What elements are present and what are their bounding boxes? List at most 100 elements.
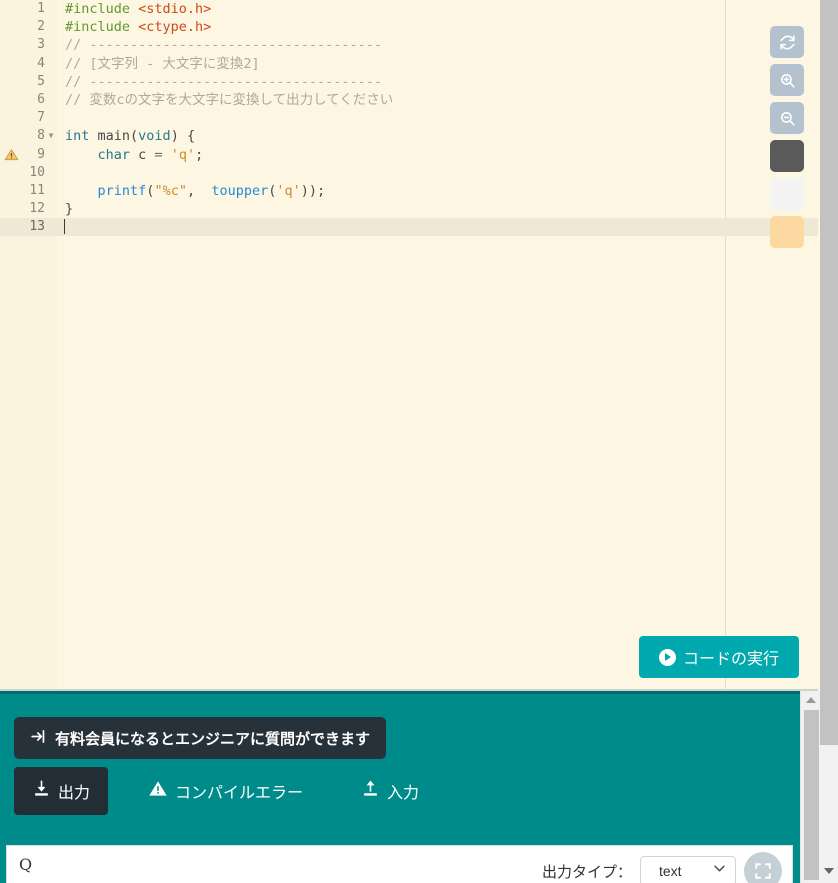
- warning-marker-icon: [4, 148, 19, 162]
- code-text-area[interactable]: #include <stdio.h>#include <ctype.h>// -…: [57, 0, 818, 691]
- code-token: // ------------------------------------: [65, 74, 382, 90]
- tab-output[interactable]: 出力: [14, 767, 108, 815]
- code-token: printf: [98, 183, 147, 199]
- code-token: // ------------------------------------: [65, 37, 382, 53]
- editor-toolbar: [770, 26, 804, 248]
- triangle-up-icon: [806, 697, 816, 703]
- code-token: 'q': [276, 183, 300, 199]
- line-number-10[interactable]: 10: [0, 164, 57, 182]
- code-token: [65, 147, 98, 163]
- code-token: [163, 147, 171, 163]
- output-type-label: 出力タイプ：: [542, 861, 632, 882]
- output-console[interactable]: Q 出力タイプ： texthtmlimage: [6, 845, 793, 883]
- text-cursor: [64, 219, 65, 234]
- line-number-gutter: 12345678▼910111213: [0, 0, 57, 691]
- sign-in-icon: [30, 728, 47, 749]
- code-token: toupper: [211, 183, 268, 199]
- play-triangle: [665, 653, 671, 661]
- code-token: c: [130, 147, 154, 163]
- upload-glyph: [361, 779, 380, 798]
- code-token: }: [65, 201, 73, 217]
- page-scrollbar-thumb[interactable]: [820, 0, 838, 745]
- premium-promo-banner[interactable]: 有料会員になるとエンジニアに質問ができます: [14, 717, 386, 759]
- line-number-11[interactable]: 11: [0, 182, 57, 200]
- code-line-2[interactable]: #include <ctype.h>: [57, 18, 818, 36]
- code-token: // 変数cの文字を大文字に変換して出力してください: [65, 92, 393, 108]
- code-token: [65, 183, 98, 199]
- code-token: char: [98, 147, 131, 163]
- triangle-down-icon: [824, 868, 834, 874]
- tab-compile-error[interactable]: コンパイルエラー: [130, 767, 321, 815]
- theme-swatch-dark[interactable]: [770, 140, 804, 172]
- sign-in-glyph: [30, 728, 47, 745]
- code-token: void: [138, 128, 171, 144]
- code-line-8[interactable]: int main(void) {: [57, 127, 818, 145]
- code-line-3[interactable]: // ------------------------------------: [57, 36, 818, 54]
- tab-input-label: 入力: [387, 779, 419, 803]
- console-scroll-up-button[interactable]: [801, 691, 821, 708]
- output-controls: 出力タイプ： texthtmlimage: [542, 852, 782, 883]
- page-scroll-down-button[interactable]: [820, 862, 838, 879]
- tab-output-label: 出力: [58, 779, 90, 803]
- output-type-select[interactable]: texthtmlimage: [640, 856, 736, 883]
- console-scrollbar-thumb[interactable]: [804, 710, 819, 880]
- line-number-8[interactable]: 8▼: [0, 127, 57, 145]
- line-number-6[interactable]: 6: [0, 91, 57, 109]
- tab-spacer-1: [108, 767, 130, 815]
- zoom-in-glyph: [779, 72, 796, 89]
- line-number-1[interactable]: 1: [0, 0, 57, 18]
- zoom-out-glyph: [779, 110, 796, 127]
- code-line-11[interactable]: printf("%c", toupper('q'));: [57, 182, 818, 200]
- line-number-12[interactable]: 12: [0, 200, 57, 218]
- line-number-2[interactable]: 2: [0, 18, 57, 36]
- warning-glyph: [148, 779, 168, 798]
- code-editor-inner[interactable]: 12345678▼910111213 #include <stdio.h>#in…: [0, 0, 818, 691]
- tab-input[interactable]: 入力: [343, 767, 437, 815]
- refresh-glyph: [779, 34, 796, 51]
- line-number-13[interactable]: 13: [0, 218, 57, 236]
- code-token: "%c": [154, 183, 187, 199]
- code-token: <ctype.h>: [138, 19, 211, 35]
- code-line-1[interactable]: #include <stdio.h>: [57, 0, 818, 18]
- fold-arrow-icon[interactable]: ▼: [46, 127, 56, 145]
- upload-icon: [361, 779, 380, 803]
- code-editor-pane[interactable]: 12345678▼910111213 #include <stdio.h>#in…: [0, 0, 818, 691]
- theme-swatch-amber[interactable]: [770, 216, 804, 248]
- line-number-3[interactable]: 3: [0, 36, 57, 54]
- download-glyph: [32, 779, 51, 798]
- theme-swatch-light[interactable]: [770, 178, 804, 210]
- output-text: Q: [19, 855, 32, 874]
- download-icon: [32, 779, 51, 803]
- output-type-select-wrap: texthtmlimage: [640, 856, 736, 883]
- run-code-button[interactable]: コードの実行: [639, 636, 799, 678]
- code-line-6[interactable]: // 変数cの文字を大文字に変換して出力してください: [57, 91, 818, 109]
- code-line-12[interactable]: }: [57, 200, 818, 218]
- code-token: ;: [195, 147, 203, 163]
- code-line-5[interactable]: // ------------------------------------: [57, 73, 818, 91]
- code-token: #include: [65, 19, 138, 35]
- code-token: int: [65, 128, 89, 144]
- code-line-9[interactable]: char c = 'q';: [57, 146, 818, 164]
- console-scrollbar[interactable]: [800, 691, 820, 883]
- code-token: 'q': [171, 147, 195, 163]
- code-token: ));: [301, 183, 325, 199]
- line-number-5[interactable]: 5: [0, 73, 57, 91]
- tab-spacer-2: [321, 767, 343, 815]
- code-line-10[interactable]: [57, 164, 818, 182]
- page-scrollbar[interactable]: [820, 0, 838, 883]
- zoom-in-icon[interactable]: [770, 64, 804, 96]
- fullscreen-icon: [754, 862, 772, 880]
- fullscreen-button[interactable]: [744, 852, 782, 883]
- refresh-icon[interactable]: [770, 26, 804, 58]
- code-token: main(: [89, 128, 138, 144]
- code-token: ) {: [171, 128, 195, 144]
- line-number-7[interactable]: 7: [0, 109, 57, 127]
- line-number-4[interactable]: 4: [0, 55, 57, 73]
- code-line-4[interactable]: // [文字列 - 大文字に変換2]: [57, 55, 818, 73]
- code-line-13[interactable]: [57, 218, 818, 236]
- zoom-out-icon[interactable]: [770, 102, 804, 134]
- line-number-9[interactable]: 9: [0, 146, 57, 164]
- code-line-7[interactable]: [57, 109, 818, 127]
- console-tabs: 出力 コンパイルエラー: [14, 767, 437, 815]
- code-token: ,: [187, 183, 211, 199]
